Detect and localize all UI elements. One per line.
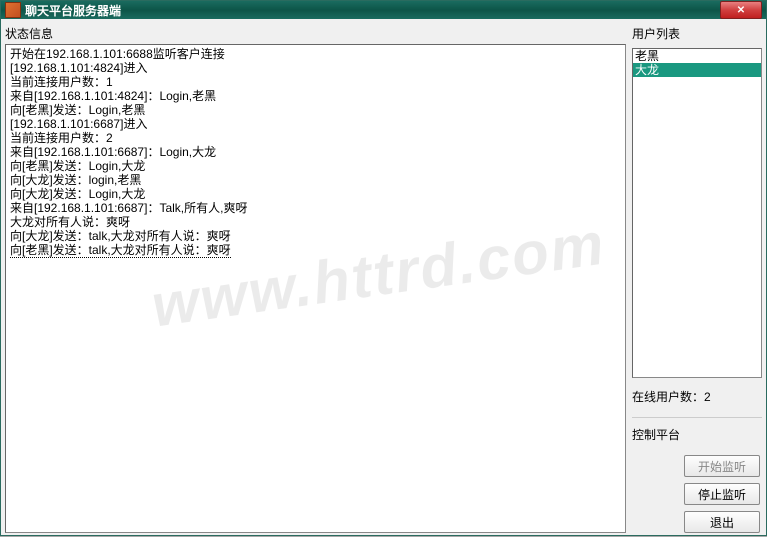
status-label: 状态信息 [5,23,626,44]
divider [632,417,762,418]
log-line: 当前连接用户数：1 [10,75,621,89]
log-line: 开始在192.168.1.101:6688监听客户连接 [10,47,621,61]
log-line: [192.168.1.101:4824]进入 [10,61,621,75]
stop-listen-button[interactable]: 停止监听 [684,483,760,505]
status-log[interactable]: 开始在192.168.1.101:6688监听客户连接[192.168.1.10… [5,44,626,533]
log-line: 向[大龙]发送：Login,大龙 [10,187,621,201]
log-line: 向[大龙]发送：talk,大龙对所有人说：爽呀 [10,229,621,243]
right-panel: 用户列表 老黑大龙 在线用户数：2 控制平台 开始监听 停止监听 退出 [632,23,762,533]
log-line: 大龙对所有人说：爽呀 [10,215,621,229]
log-line: 当前连接用户数：2 [10,131,621,145]
log-line: 来自[192.168.1.101:6687]：Login,大龙 [10,145,621,159]
main-window: 聊天平台服务器端 ✕ 状态信息 开始在192.168.1.101:6688监听客… [0,0,767,536]
log-line: 向[老黑]发送：Login,大龙 [10,159,621,173]
online-count: 在线用户数：2 [632,382,762,411]
close-icon: ✕ [737,5,745,16]
window-title: 聊天平台服务器端 [25,2,720,19]
start-listen-button[interactable]: 开始监听 [684,455,760,477]
log-line: 向[老黑]发送：talk,大龙对所有人说：爽呀 [10,243,231,258]
user-item[interactable]: 老黑 [633,49,761,63]
log-line: 向[老黑]发送：Login,老黑 [10,103,621,117]
online-label: 在线用户数： [632,390,704,404]
userlist-label: 用户列表 [632,23,762,44]
content-area: 状态信息 开始在192.168.1.101:6688监听客户连接[192.168… [1,19,766,537]
user-list[interactable]: 老黑大龙 [632,48,762,378]
close-button[interactable]: ✕ [720,1,762,19]
log-line: 来自[192.168.1.101:6687]：Talk,所有人,爽呀 [10,201,621,215]
online-number: 2 [704,390,711,404]
log-line: 向[大龙]发送：login,老黑 [10,173,621,187]
app-icon [5,2,21,18]
titlebar[interactable]: 聊天平台服务器端 ✕ [1,1,766,19]
user-item[interactable]: 大龙 [633,63,761,77]
log-line: [192.168.1.101:6687]进入 [10,117,621,131]
control-label: 控制平台 [632,424,762,445]
exit-button[interactable]: 退出 [684,511,760,533]
button-group: 开始监听 停止监听 退出 [632,449,762,533]
log-line: 来自[192.168.1.101:4824]：Login,老黑 [10,89,621,103]
left-panel: 状态信息 开始在192.168.1.101:6688监听客户连接[192.168… [5,23,626,533]
